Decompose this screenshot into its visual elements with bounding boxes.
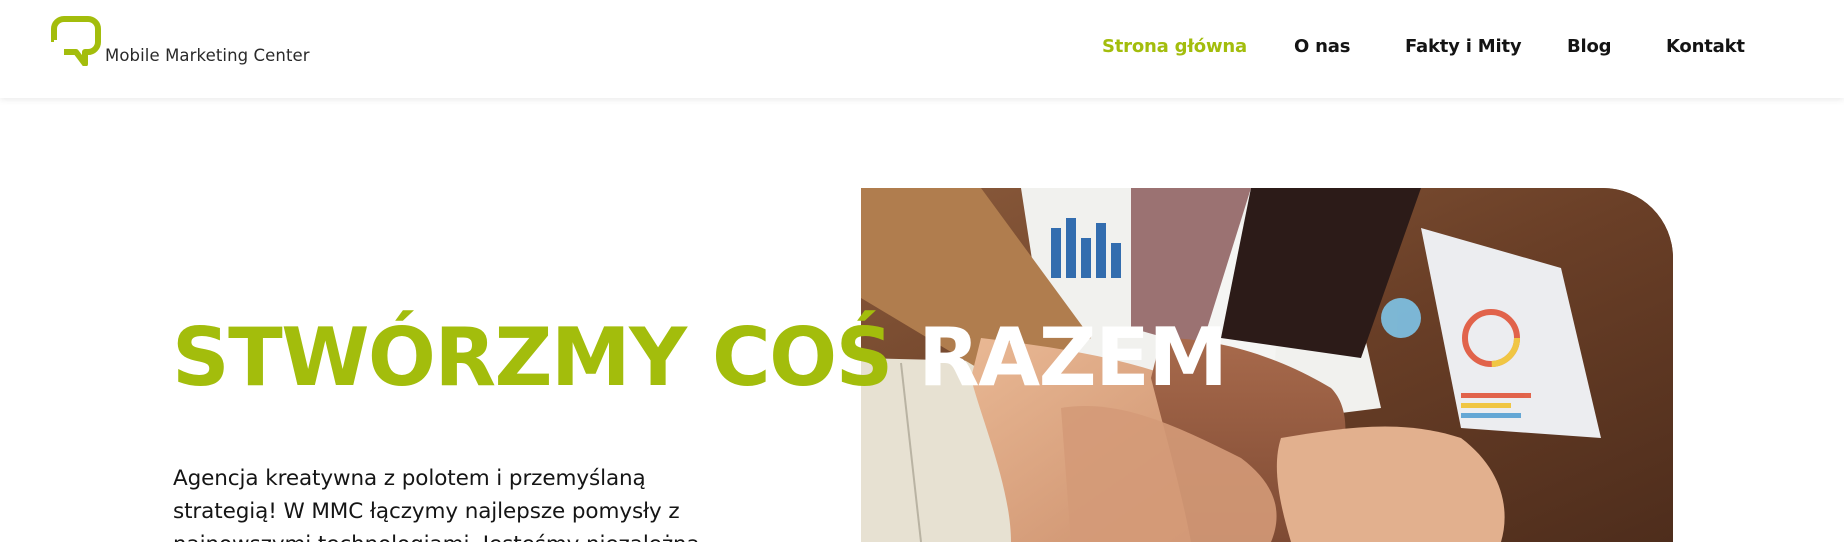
site-header: Mobile Marketing Center Strona główna O … — [0, 0, 1844, 98]
main-nav: Strona główna O nas Fakty i Mity Blog Ko… — [0, 36, 1844, 62]
nav-link-fakty-i-mity[interactable]: Fakty i Mity — [1405, 36, 1522, 57]
hero-description-line: Agencja kreatywna z polotem i przemyślan… — [173, 466, 646, 491]
hero-description-line: strategią! W MMC łączymy najlepsze pomys… — [173, 499, 680, 524]
hero-title: STWÓRZMY COŚ RAZEM — [172, 318, 1228, 398]
nav-link-blog[interactable]: Blog — [1567, 36, 1612, 57]
nav-link-strona-glowna[interactable]: Strona główna — [1102, 36, 1247, 57]
nav-link-o-nas[interactable]: O nas — [1294, 36, 1350, 57]
hero-title-green: STWÓRZMY COŚ — [172, 311, 893, 404]
hero-description: Agencja kreatywna z polotem i przemyślan… — [173, 462, 753, 542]
hero-title-white: RAZEM — [918, 311, 1228, 404]
nav-link-kontakt[interactable]: Kontakt — [1666, 36, 1745, 57]
hero-description-line: najnowszymi technologiami. Jesteśmy niez… — [173, 528, 753, 542]
